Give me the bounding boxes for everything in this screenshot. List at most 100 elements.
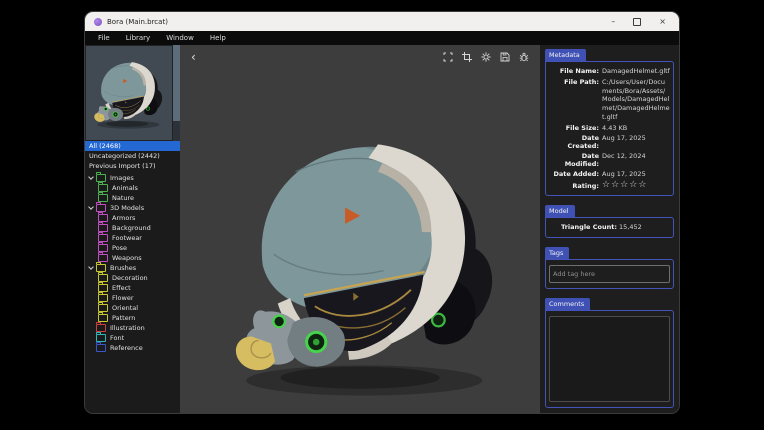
folder-icon: [96, 344, 106, 352]
tree-item-label: Decoration: [112, 274, 148, 282]
comments-section: Comments: [545, 298, 674, 408]
tab-comments[interactable]: Comments: [545, 298, 590, 310]
meta-row-file-name: File Name:DamagedHelmet.gltf: [549, 67, 670, 76]
maximize-button[interactable]: [633, 18, 641, 26]
bug-icon[interactable]: [519, 52, 529, 62]
folder-icon: [96, 174, 106, 182]
folder-icon: [98, 194, 108, 202]
meta-value: DamagedHelmet.gltf: [602, 67, 670, 76]
folder-icon: [98, 314, 108, 322]
tree-item-reference[interactable]: Reference: [85, 343, 180, 353]
triangle-count-value: 15,452: [619, 223, 642, 231]
folder-icon: [98, 274, 108, 282]
minimize-button[interactable]: –: [611, 18, 615, 26]
sidebar: All (2468) Uncategorized (2442) Previous…: [85, 45, 180, 413]
meta-row-date-modified: Date Modified:Dec 12, 2024: [549, 152, 670, 168]
collection-list: All (2468) Uncategorized (2442) Previous…: [85, 141, 180, 171]
tree-item-label: Illustration: [110, 324, 145, 332]
tree-item-label: Animals: [112, 184, 138, 192]
rating-label: Rating:: [549, 182, 599, 190]
fullscreen-icon[interactable]: [443, 52, 453, 62]
star-icon[interactable]: ☆: [638, 180, 647, 190]
meta-label: File Name:: [549, 67, 599, 76]
menu-window[interactable]: Window: [158, 34, 202, 42]
rating-stars[interactable]: ☆☆☆☆☆: [602, 181, 670, 190]
folder-icon: [98, 254, 108, 262]
metadata-box: File Name:DamagedHelmet.gltf File Path:C…: [545, 61, 674, 196]
collection-all[interactable]: All (2468): [85, 141, 180, 151]
collection-previous-import[interactable]: Previous Import (17): [85, 161, 180, 171]
tree-item-label: Armors: [112, 214, 135, 222]
viewport-toolbar: [443, 52, 529, 62]
save-icon[interactable]: [500, 52, 510, 62]
triangle-count-row: Triangle Count: 15,452: [549, 223, 670, 232]
tree-item-label: Pattern: [112, 314, 135, 322]
tree-item-label: Flower: [112, 294, 134, 302]
meta-row-date-added: Date Added:Aug 17, 2025: [549, 170, 670, 179]
tree-item-label: Font: [110, 334, 124, 342]
folder-icon: [98, 284, 108, 292]
menu-file[interactable]: File: [90, 34, 118, 42]
folder-icon: [98, 234, 108, 242]
window-title: Bora (Main.brcat): [107, 18, 168, 26]
scrollbar-thumb[interactable]: [173, 45, 180, 121]
meta-value: Aug 17, 2025: [602, 134, 670, 150]
tree-item-label: Weapons: [112, 254, 142, 262]
metadata-section: Metadata File Name:DamagedHelmet.gltf Fi…: [545, 49, 674, 196]
tree-item-label: Images: [110, 174, 134, 182]
back-button[interactable]: ‹: [191, 51, 196, 63]
chevron-down-icon[interactable]: [87, 204, 96, 213]
meta-label: Date Created:: [549, 134, 599, 150]
star-icon[interactable]: ☆: [629, 180, 638, 190]
crop-icon[interactable]: [462, 52, 472, 62]
comments-box: [545, 310, 674, 408]
folder-icon: [96, 334, 106, 342]
chevron-down-icon[interactable]: [87, 264, 96, 273]
add-tag-input[interactable]: [549, 265, 670, 283]
settings-gear-icon[interactable]: [481, 52, 491, 62]
inspector-panel: Metadata File Name:DamagedHelmet.gltf Fi…: [540, 45, 679, 413]
tree-item-label: Reference: [110, 344, 143, 352]
tab-metadata[interactable]: Metadata: [545, 49, 586, 61]
menu-library[interactable]: Library: [118, 34, 158, 42]
folder-icon: [98, 224, 108, 232]
chevron-down-icon[interactable]: [87, 174, 96, 183]
folder-icon: [98, 214, 108, 222]
tree-item-label: Nature: [112, 194, 134, 202]
comment-textarea[interactable]: [549, 316, 670, 402]
folder-icon: [96, 204, 106, 212]
tags-section: Tags: [545, 247, 674, 289]
tab-model[interactable]: Model: [545, 205, 575, 217]
star-icon[interactable]: ☆: [602, 180, 611, 190]
tree-item-label: 3D Models: [110, 204, 144, 212]
collection-uncategorized[interactable]: Uncategorized (2442): [85, 151, 180, 161]
menu-help[interactable]: Help: [202, 34, 234, 42]
menubar: File Library Window Help: [85, 31, 679, 45]
meta-row-date-created: Date Created:Aug 17, 2025: [549, 134, 670, 150]
tab-tags[interactable]: Tags: [545, 247, 569, 259]
meta-value: C:/Users/User/Documents/Bora/Assets/Mode…: [602, 78, 670, 122]
tree-item-label: Effect: [112, 284, 131, 292]
meta-row-rating: Rating: ☆☆☆☆☆: [549, 181, 670, 190]
tree-item-label: Brushes: [110, 264, 136, 272]
star-icon[interactable]: ☆: [611, 180, 620, 190]
meta-value: Dec 12, 2024: [602, 152, 670, 168]
meta-row-file-path: File Path:C:/Users/User/Documents/Bora/A…: [549, 78, 670, 122]
tree-item-label: Pose: [112, 244, 127, 252]
folder-icon: [98, 294, 108, 302]
desktop-background: Bora (Main.brcat) – × File Library Windo…: [0, 0, 764, 430]
folder-icon: [98, 244, 108, 252]
helmet-thumbnail-image: [89, 54, 169, 132]
model-damaged-helmet[interactable]: [216, 115, 518, 407]
folder-icon: [98, 304, 108, 312]
star-icon[interactable]: ☆: [620, 180, 629, 190]
folder-icon: [96, 264, 106, 272]
window-controls: – ×: [611, 18, 670, 26]
asset-thumbnail[interactable]: [86, 46, 172, 140]
app-window: Bora (Main.brcat) – × File Library Windo…: [85, 12, 679, 413]
app-logo-icon: [94, 18, 102, 26]
close-button[interactable]: ×: [659, 18, 666, 26]
model-box: Triangle Count: 15,452: [545, 217, 674, 238]
thumbnail-scrollbar[interactable]: [173, 45, 180, 141]
viewport-3d[interactable]: ‹: [180, 45, 540, 413]
